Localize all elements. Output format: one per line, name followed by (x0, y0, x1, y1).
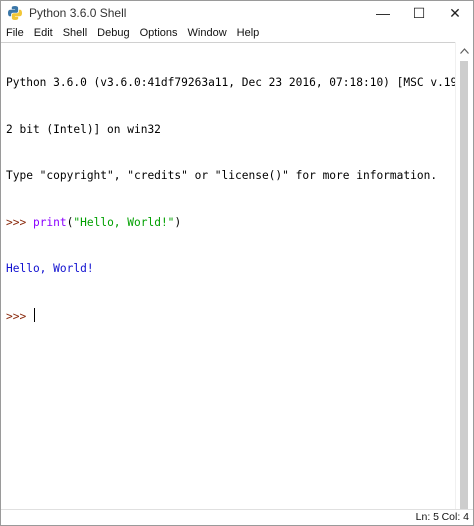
banner-line: Type "copyright", "credits" or "license(… (6, 169, 438, 182)
python-logo-icon (7, 5, 23, 21)
command-line: >>> print("Hello, World!") (6, 215, 456, 231)
status-line-number: Ln: 5 (415, 511, 439, 523)
active-prompt-line[interactable]: >>> (6, 307, 456, 324)
scrollbar-thumb[interactable] (460, 61, 468, 509)
close-button[interactable]: ✕ (437, 1, 473, 25)
vertical-scrollbar[interactable] (455, 42, 473, 512)
scroll-up-arrow-icon[interactable] (456, 42, 473, 59)
menu-debug[interactable]: Debug (92, 25, 134, 42)
output-line: Hello, World! (6, 262, 94, 275)
window-title: Python 3.6.0 Shell (29, 6, 127, 20)
maximize-button[interactable]: ☐ (401, 1, 437, 25)
text-cursor (33, 307, 35, 322)
shell-text-area[interactable]: Python 3.6.0 (v3.6.0:41df79263a11, Dec 2… (1, 42, 474, 512)
menu-window[interactable]: Window (183, 25, 232, 42)
status-column-number: Col: 4 (441, 511, 469, 523)
menu-edit[interactable]: Edit (29, 25, 58, 42)
menu-options[interactable]: Options (135, 25, 183, 42)
menu-help[interactable]: Help (232, 25, 265, 42)
window-controls: — ☐ ✕ (365, 1, 473, 25)
banner-line: Python 3.6.0 (v3.6.0:41df79263a11, Dec 2… (6, 76, 474, 89)
idle-shell-window: Python 3.6.0 Shell — ☐ ✕ File Edit Shell… (0, 0, 474, 526)
banner-line: 2 bit (Intel)] on win32 (6, 122, 161, 136)
string-literal: "Hello, World!" (73, 215, 175, 229)
status-bar: Ln: 5 Col: 4 (1, 509, 473, 525)
prompt: >>> (6, 215, 33, 229)
keyword-print: print (32, 215, 67, 229)
paren-close: ) (174, 215, 182, 229)
menu-shell[interactable]: Shell (58, 25, 92, 42)
prompt: >>> (6, 309, 33, 323)
title-bar[interactable]: Python 3.6.0 Shell — ☐ ✕ (1, 1, 473, 25)
minimize-button[interactable]: — (365, 1, 401, 25)
menu-file[interactable]: File (1, 25, 29, 42)
menu-bar: File Edit Shell Debug Options Window Hel… (1, 25, 473, 42)
